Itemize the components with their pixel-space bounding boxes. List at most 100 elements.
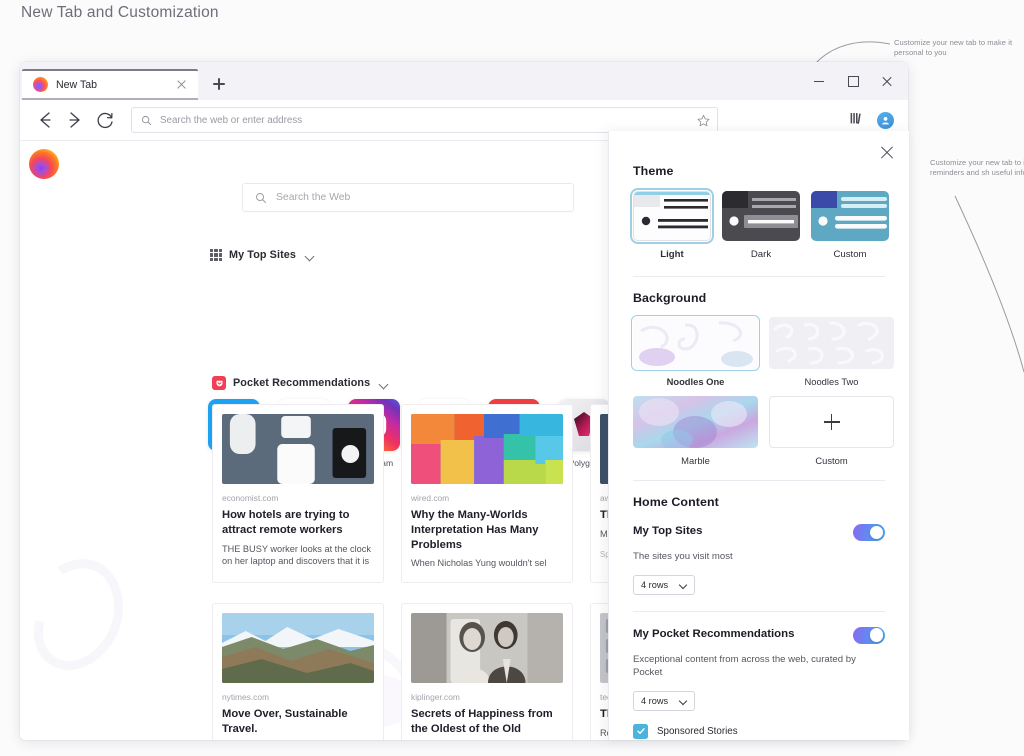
forward-arrow-icon[interactable] xyxy=(60,105,90,135)
sponsored-stories-row[interactable]: Sponsored Stories xyxy=(633,724,885,739)
section-description: The sites you visit most xyxy=(633,550,885,564)
pocket-rows-select[interactable]: 4 rows xyxy=(633,691,695,711)
background-option-marble[interactable]: Marble xyxy=(633,396,758,466)
close-icon[interactable] xyxy=(877,143,897,163)
plus-icon xyxy=(824,414,840,430)
home-content-heading: Home Content xyxy=(633,495,885,509)
annotation-text-2: Customize your new tab to important remi… xyxy=(930,158,1024,179)
toolbar-right-actions xyxy=(847,109,898,131)
background-options: Noodles One xyxy=(633,317,885,466)
pocket-card[interactable]: nytimes.com Move Over, Sustainable Trave… xyxy=(212,603,384,740)
theme-options: Light Dark xyxy=(633,191,885,260)
pocket-toggle[interactable] xyxy=(853,627,885,644)
search-icon xyxy=(255,192,267,204)
theme-swatch-dark[interactable] xyxy=(722,191,800,241)
pocket-card[interactable]: wired.com Why the Many-Worlds Interpreta… xyxy=(401,404,573,583)
theme-option-custom[interactable]: Custom xyxy=(811,191,889,260)
sponsored-stories-checkbox[interactable] xyxy=(633,724,648,739)
section-title: My Top Sites xyxy=(633,524,702,538)
card-title: Secrets of Happiness from the Oldest of … xyxy=(411,707,563,737)
card-image xyxy=(222,613,374,683)
search-icon xyxy=(141,115,152,126)
section-title: My Pocket Recommendations xyxy=(633,627,794,641)
section-header-row: My Top Sites xyxy=(633,524,885,541)
theme-swatch-light[interactable] xyxy=(633,191,711,241)
background-heading: Background xyxy=(633,291,885,305)
library-icon[interactable] xyxy=(847,109,869,131)
pocket-icon xyxy=(212,376,226,390)
background-label: Custom xyxy=(815,455,847,466)
theme-label: Custom xyxy=(833,249,866,260)
reload-icon[interactable] xyxy=(90,105,120,135)
top-sites-toggle[interactable] xyxy=(853,524,885,541)
star-icon[interactable] xyxy=(696,113,711,128)
theme-option-dark[interactable]: Dark xyxy=(722,191,800,260)
card-title: Why the Many-Worlds Interpretation Has M… xyxy=(411,508,563,552)
pocket-header: Pocket Recommendations xyxy=(212,376,389,390)
chevron-down-icon xyxy=(679,580,688,589)
top-sites-header: My Top Sites xyxy=(210,249,315,261)
pocket-card[interactable]: kiplinger.com Secrets of Happiness from … xyxy=(401,603,573,740)
card-image xyxy=(222,414,374,484)
minimize-icon[interactable] xyxy=(802,68,836,94)
window-controls xyxy=(802,68,904,94)
pocket-card[interactable]: economist.com How hotels are trying to a… xyxy=(212,404,384,583)
theme-label: Light xyxy=(660,249,683,260)
theme-label: Dark xyxy=(751,249,771,260)
background-swatch[interactable] xyxy=(769,317,894,369)
section-header-row: My Pocket Recommendations xyxy=(633,627,885,644)
theme-heading: Theme xyxy=(633,164,885,178)
account-avatar-icon[interactable] xyxy=(877,112,894,129)
background-custom-add[interactable] xyxy=(769,396,894,448)
card-domain: nytimes.com xyxy=(222,692,374,702)
tab-strip: New Tab xyxy=(20,62,908,100)
top-sites-rows-select[interactable]: 4 rows xyxy=(633,575,695,595)
toggle-knob xyxy=(870,526,884,540)
card-excerpt: When Nicholas Yung wouldn't sel xyxy=(411,557,563,570)
close-icon[interactable] xyxy=(870,68,904,94)
chevron-down-icon[interactable] xyxy=(303,249,315,261)
back-arrow-icon[interactable] xyxy=(30,105,60,135)
background-label: Marble xyxy=(681,455,710,466)
toggle-knob xyxy=(870,628,884,642)
close-icon[interactable] xyxy=(174,77,189,92)
screenshot-root: New Tab and Customization Customize your… xyxy=(0,0,1024,756)
card-domain: kiplinger.com xyxy=(411,692,563,702)
home-content-pocket: My Pocket Recommendations Exceptional co… xyxy=(633,612,885,740)
firefox-icon xyxy=(33,77,48,92)
grid-icon xyxy=(210,249,222,261)
top-sites-heading: My Top Sites xyxy=(229,249,296,261)
annotation-text-1: Customize your new tab to make it person… xyxy=(894,38,1022,59)
background-option-custom[interactable]: Custom xyxy=(769,396,894,466)
plus-icon[interactable] xyxy=(206,71,232,97)
customize-panel: Theme xyxy=(608,131,909,740)
background-option-noodles-one[interactable]: Noodles One xyxy=(633,317,758,387)
browser-tab[interactable]: New Tab xyxy=(22,69,198,100)
background-label: Noodles One xyxy=(667,376,725,387)
background-swatch[interactable] xyxy=(633,317,758,369)
page-title: New Tab and Customization xyxy=(21,4,219,22)
url-input[interactable]: Search the web or enter address xyxy=(160,115,688,126)
background-option-noodles-two[interactable]: Noodles Two xyxy=(769,317,894,387)
maximize-icon[interactable] xyxy=(836,68,870,94)
chevron-down-icon[interactable] xyxy=(377,377,389,389)
chevron-down-icon xyxy=(679,696,688,705)
card-domain: economist.com xyxy=(222,493,374,503)
url-bar[interactable]: Search the web or enter address xyxy=(131,107,718,133)
background-swatch[interactable] xyxy=(633,396,758,448)
pocket-heading: Pocket Recommendations xyxy=(233,377,370,389)
rows-value: 4 rows xyxy=(641,696,668,706)
rows-value: 4 rows xyxy=(641,580,668,590)
theme-option-light[interactable]: Light xyxy=(633,191,711,260)
theme-swatch-custom[interactable] xyxy=(811,191,889,241)
sponsored-stories-label: Sponsored Stories xyxy=(657,726,738,737)
panel-content: Theme xyxy=(609,131,909,740)
web-search-input[interactable]: Search the Web xyxy=(242,183,574,212)
card-image xyxy=(411,613,563,683)
firefox-logo xyxy=(29,149,59,179)
card-title: How hotels are trying to attract remote … xyxy=(222,508,374,538)
divider xyxy=(633,276,885,277)
background-label: Noodles Two xyxy=(804,376,858,387)
card-image xyxy=(411,414,563,484)
divider xyxy=(633,480,885,481)
